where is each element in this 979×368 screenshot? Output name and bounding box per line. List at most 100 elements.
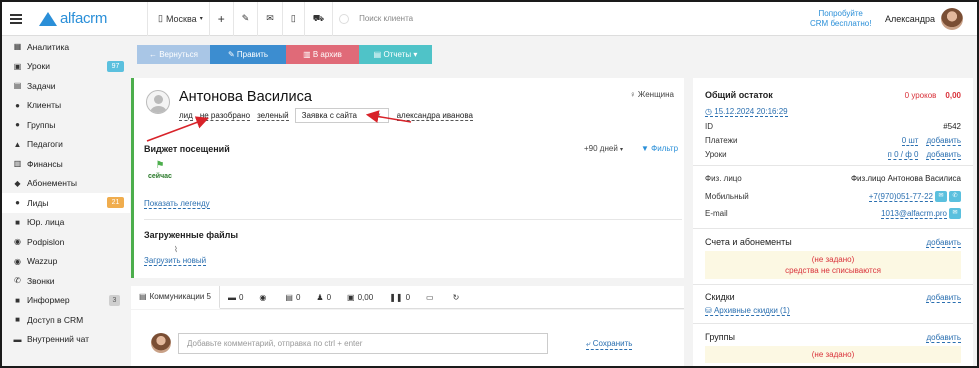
add-account-link[interactable]: добавить	[926, 238, 961, 248]
podpislon-icon: ◉	[14, 237, 21, 247]
lessons-value[interactable]: п 0 / ф 0	[887, 150, 919, 160]
phone-icon[interactable]: ▯	[281, 2, 304, 36]
back-button[interactable]: ← Вернуться	[137, 45, 210, 64]
manager-tag[interactable]: александра иванова	[396, 111, 473, 121]
add-group-link[interactable]: добавить	[926, 333, 961, 343]
call-icon[interactable]: ✆	[949, 191, 961, 202]
pause-icon: ❚❚	[389, 292, 403, 302]
building-icon: ▯	[158, 13, 163, 23]
comment-input[interactable]: Добавьте комментарий, отправка по ctrl +…	[178, 333, 548, 354]
lead-status-tag[interactable]: не разобрано	[199, 111, 251, 121]
sidebar-item-podpislon[interactable]: ◉ Podpislon	[2, 232, 130, 252]
logo-mark-icon	[39, 11, 57, 26]
message-icon[interactable]: ✉	[935, 191, 947, 202]
add-payment-link[interactable]: добавить	[926, 136, 961, 146]
sidebar-item-subscriptions[interactable]: ◆ Абонементы	[2, 174, 130, 194]
upload-new-link[interactable]: Загрузить новый	[144, 256, 207, 266]
created-date[interactable]: ◷ 15.12.2024 20:16:29	[705, 107, 788, 117]
sidebar-item-label: Педагоги	[27, 139, 63, 150]
lessons-label: Уроки	[705, 150, 727, 159]
chat-icon: ▬	[13, 334, 22, 344]
id-value: #542	[943, 122, 961, 131]
filter-button[interactable]: ▼ Фильтр	[641, 144, 678, 153]
sidebar-item-label: Юр. лица	[27, 217, 65, 228]
archive-button[interactable]: ▥ В архив	[286, 45, 359, 64]
mobile-row: Мобильный +7(970)051-77-22 ✉ ✆	[705, 191, 961, 202]
payments-row: Платежи 0 шт добавить	[705, 136, 961, 146]
reports-button[interactable]: ▤ Отчеты ▾	[359, 45, 432, 64]
payments-value[interactable]: 0 шт	[901, 136, 919, 146]
logo[interactable]: alfacrm	[39, 10, 139, 27]
plus-icon[interactable]: +	[208, 2, 233, 36]
add-lesson-link[interactable]: добавить	[926, 150, 961, 160]
period-selector[interactable]: +90 дней ▾	[584, 144, 623, 153]
wrench-icon[interactable]: ✎	[232, 2, 258, 36]
save-icon: ⤶	[586, 339, 593, 348]
sidebar-item-informer[interactable]: ■ Информер 3	[2, 291, 130, 311]
sidebar-item-label: Финансы	[27, 158, 63, 169]
save-label: Сохранить	[592, 339, 633, 348]
show-legend-link[interactable]: Показать легенду	[144, 199, 210, 209]
person-icon: ♟	[316, 292, 324, 302]
email-value[interactable]: 1013@alfacrm.pro	[881, 208, 947, 219]
groups-not-set: (не задано)	[811, 350, 855, 359]
mail-icon[interactable]: ✉	[257, 2, 282, 36]
add-discount-link[interactable]: добавить	[926, 293, 961, 303]
city-selector[interactable]: ▯ Москва ▾	[147, 2, 209, 36]
lead-type-tag[interactable]: лид	[179, 111, 193, 121]
sidebar-item-groups[interactable]: ● Группы	[2, 115, 130, 135]
menu-icon[interactable]	[10, 13, 22, 24]
crm-window: alfacrm ▯ Москва ▾ + ✎ ✉ ▯ ⛟ Поиск клиен…	[0, 0, 979, 368]
sidebar-item-analytics[interactable]: ▦ Аналитика	[2, 37, 130, 57]
lead-name: Антонова Василиса	[179, 89, 312, 105]
lead-card: Антонова Василиса ♀ Женщина лид не разоб…	[131, 78, 684, 278]
tab-persons[interactable]: ♟ 0	[308, 286, 339, 309]
lead-source-select[interactable]: Заявка с сайта ▼	[294, 108, 389, 123]
divider	[693, 165, 973, 166]
lead-color-tag[interactable]: зеленый	[257, 111, 289, 121]
mail-icon[interactable]: ✉	[949, 208, 961, 219]
tab-payments[interactable]: ▣ 0,00	[339, 286, 381, 309]
cart-icon[interactable]: ⛟	[303, 2, 332, 36]
sidebar-item-leads[interactable]: ● Лиды 21	[2, 193, 130, 213]
tab-video[interactable]: ▭	[418, 286, 445, 309]
avatar[interactable]	[941, 8, 963, 30]
action-toolbar: ← Вернуться ✎ Править ▥ В архив ▤ Отчеты…	[137, 45, 432, 64]
sidebar-item-tasks[interactable]: ▤ Задачи	[2, 76, 130, 96]
sidebar-item-clients[interactable]: ● Клиенты	[2, 96, 130, 116]
tab-count: 0	[405, 292, 411, 302]
sidebar-item-label: Задачи	[27, 80, 56, 91]
tab-pauses[interactable]: ❚❚ 0	[381, 286, 418, 309]
sidebar-item-legal-entities[interactable]: ■ Юр. лица	[2, 213, 130, 233]
email-row: E-mail 1013@alfacrm.pro ✉	[705, 208, 961, 219]
sidebar-item-calls[interactable]: ✆ Звонки	[2, 271, 130, 291]
tab-comments[interactable]: ▬ 0	[220, 286, 251, 309]
sidebar-item-teachers[interactable]: ▲ Педагоги	[2, 135, 130, 155]
money-icon: ▥	[13, 159, 22, 169]
edit-button[interactable]: ✎ Править	[210, 45, 286, 64]
now-marker[interactable]: ⚑ сейчас	[147, 160, 173, 186]
teacher-icon: ▲	[13, 139, 22, 149]
communications-tabs: ▤ Коммуникации 5 ▬ 0 ◉ ▤ 0 ♟ 0 ▣ 0,00 ❚❚ 0 ▭ …	[131, 285, 684, 309]
sidebar-item-crm-access[interactable]: ■ Доступ в CRM	[2, 310, 130, 330]
search-box[interactable]: Поиск клиента	[332, 2, 482, 36]
user-name[interactable]: Александра	[885, 14, 935, 24]
tab-communications[interactable]: ▤ Коммуникации 5	[131, 285, 220, 309]
discounts-title: Скидки	[705, 292, 735, 302]
sidebar-item-wazzup[interactable]: ◉ Wazzup	[2, 252, 130, 272]
sidebar-item-internal-chat[interactable]: ▬ Внутренний чат	[2, 330, 130, 350]
tab-documents[interactable]: ▤ 0	[277, 286, 308, 309]
promo-line-1: Попробуйте	[818, 9, 863, 18]
sidebar-item-label: Абонементы	[27, 178, 77, 189]
sidebar-item-finance[interactable]: ▥ Финансы	[2, 154, 130, 174]
save-comment-link[interactable]: ⤶ Сохранить	[586, 339, 633, 350]
city-label: Москва	[165, 13, 197, 24]
lead-summary-panel: Общий остаток 0 уроков 0,00 ◷ 15.12.2024…	[693, 78, 973, 366]
promo-link[interactable]: Попробуйте CRM бесплатно!	[810, 9, 871, 29]
tab-whatsapp[interactable]: ◉	[251, 286, 277, 309]
sidebar-item-lessons[interactable]: ▣ Уроки 97	[2, 57, 130, 77]
search-input[interactable]: Поиск клиента	[359, 14, 413, 23]
archive-discounts-link[interactable]: ⛁ Архивные скидки (1)	[705, 306, 790, 316]
tab-history[interactable]: ↻	[445, 286, 471, 309]
mobile-value[interactable]: +7(970)051-77-22	[868, 191, 933, 202]
